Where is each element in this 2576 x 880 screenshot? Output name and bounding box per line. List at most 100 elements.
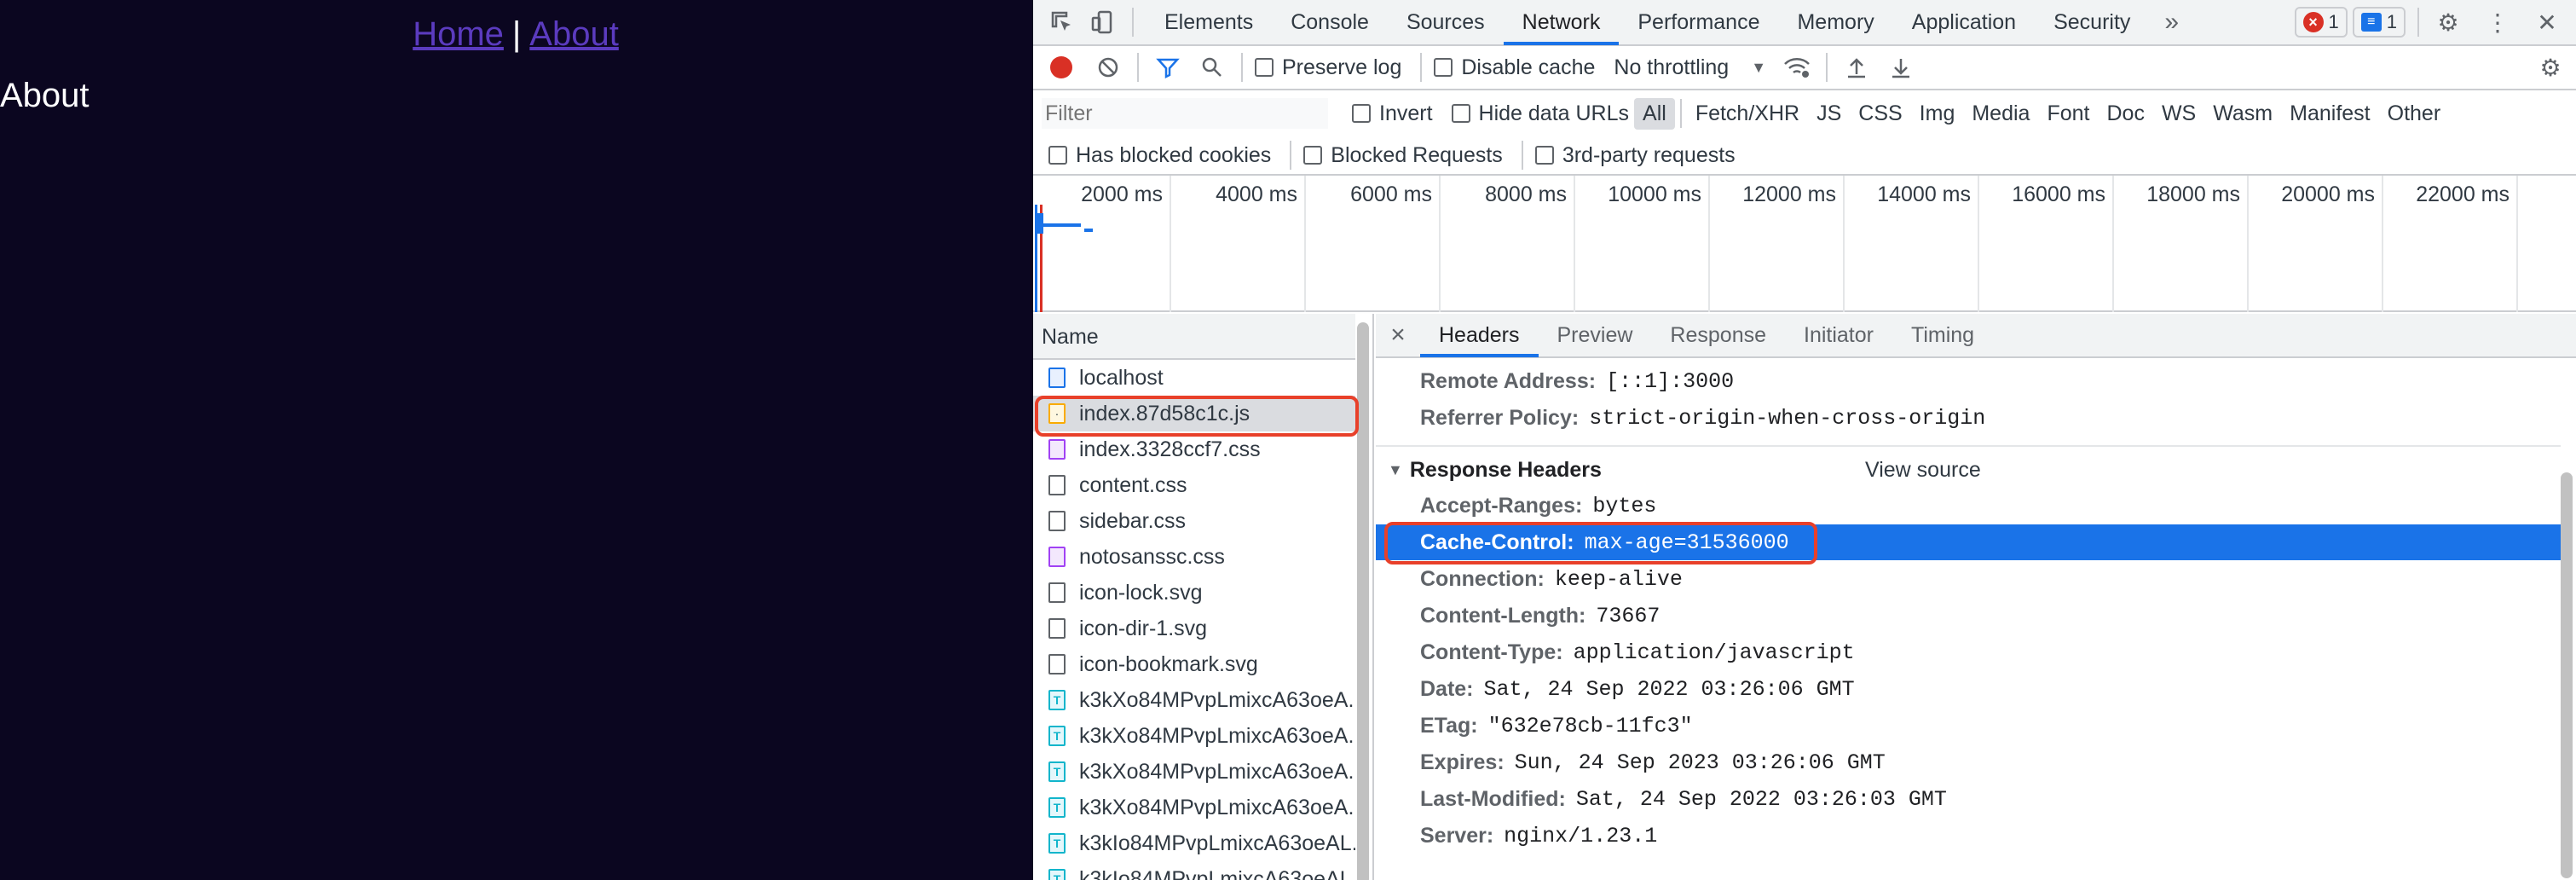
- toolbar-divider: [1241, 53, 1243, 82]
- type-filter-js[interactable]: JS: [1808, 98, 1850, 130]
- request-row[interactable]: notosanssc.css: [1033, 539, 1355, 575]
- device-toolbar-icon[interactable]: [1086, 5, 1120, 39]
- hide-data-urls-checkbox[interactable]: Hide data URLs: [1451, 101, 1629, 126]
- detail-tab-preview[interactable]: Preview: [1539, 313, 1652, 357]
- type-filter-doc[interactable]: Doc: [2098, 98, 2152, 130]
- response-header-row[interactable]: Date: Sat, 24 Sep 2022 03:26:06 GMT: [1376, 671, 2561, 707]
- general-header-row[interactable]: Remote Address: [::1]:3000: [1376, 363, 2561, 399]
- type-filter-css[interactable]: CSS: [1850, 98, 1910, 130]
- settings-gear-icon[interactable]: ⚙: [2431, 5, 2465, 39]
- toolbar-divider: [1679, 99, 1682, 128]
- detail-tab-initiator[interactable]: Initiator: [1785, 313, 1892, 357]
- request-row[interactable]: icon-dir-1.svg: [1033, 611, 1355, 646]
- detail-tab-headers[interactable]: Headers: [1420, 313, 1539, 357]
- checkbox-box[interactable]: [1303, 146, 1323, 165]
- network-conditions-icon[interactable]: [1780, 50, 1814, 84]
- detail-scrollbar[interactable]: [2561, 472, 2573, 878]
- response-headers-section[interactable]: ▼ Response Headers View source: [1376, 445, 2561, 493]
- response-header-row[interactable]: Content-Length: 73667: [1376, 598, 2561, 634]
- network-settings-gear-icon[interactable]: ⚙: [2533, 50, 2567, 84]
- request-row[interactable]: icon-bookmark.svg: [1033, 646, 1355, 682]
- disable-cache-label: Disable cache: [1461, 55, 1596, 79]
- more-tabs-button[interactable]: »: [2149, 0, 2194, 45]
- type-filter-manifest[interactable]: Manifest: [2281, 98, 2378, 130]
- import-har-icon[interactable]: [1840, 50, 1874, 84]
- collapse-triangle-icon[interactable]: ▼: [1388, 461, 1403, 479]
- type-filter-font[interactable]: Font: [2038, 98, 2098, 130]
- has-blocked-cookies-checkbox[interactable]: Has blocked cookies: [1048, 143, 1271, 168]
- type-filter-all[interactable]: All: [1634, 97, 1675, 130]
- throttling-select[interactable]: No throttling ▼: [1614, 55, 1766, 80]
- header-value: Sat, 24 Sep 2022 03:26:06 GMT: [1483, 676, 1855, 702]
- tab-elements[interactable]: Elements: [1146, 0, 1272, 45]
- general-header-row[interactable]: Referrer Policy: strict-origin-when-cross…: [1376, 400, 2561, 436]
- checkbox-box[interactable]: [1451, 104, 1470, 123]
- disable-cache-checkbox[interactable]: Disable cache: [1434, 55, 1595, 80]
- request-row[interactable]: sidebar.css: [1033, 503, 1355, 539]
- request-name: index.3328ccf7.css: [1079, 437, 1261, 461]
- header-key: Referrer Policy:: [1420, 405, 1580, 430]
- search-icon[interactable]: [1195, 50, 1229, 84]
- response-header-row[interactable]: Connection: keep-alive: [1376, 561, 2561, 597]
- kebab-menu-icon[interactable]: ⋮: [2481, 5, 2515, 39]
- response-header-row[interactable]: Server: nginx/1.23.1: [1376, 818, 2561, 854]
- export-har-icon[interactable]: [1884, 50, 1918, 84]
- record-button[interactable]: [1050, 56, 1072, 78]
- response-header-row[interactable]: Content-Type: application/javascript: [1376, 634, 2561, 670]
- tab-performance[interactable]: Performance: [1619, 0, 1778, 45]
- close-detail-icon[interactable]: ×: [1376, 321, 1420, 350]
- checkbox-box[interactable]: [1434, 58, 1453, 77]
- response-header-row[interactable]: Last-Modified: Sat, 24 Sep 2022 03:26:03 …: [1376, 781, 2561, 817]
- request-row[interactable]: index.3328ccf7.css: [1033, 431, 1355, 467]
- filter-funnel-icon[interactable]: [1151, 50, 1185, 84]
- tab-security[interactable]: Security: [2035, 0, 2149, 45]
- tab-sources[interactable]: Sources: [1388, 0, 1504, 45]
- request-row[interactable]: content.css: [1033, 467, 1355, 503]
- inspect-element-icon[interactable]: [1045, 5, 1079, 39]
- detail-tab-response[interactable]: Response: [1651, 313, 1785, 357]
- request-row[interactable]: Tk3kIo84MPvpLmixcA63oeAL.: [1033, 861, 1355, 880]
- about-link[interactable]: About: [529, 15, 619, 53]
- request-row[interactable]: Tk3kXo84MPvpLmixcA63oeA.: [1033, 754, 1355, 790]
- 3rd-party-requests-checkbox[interactable]: 3rd-party requests: [1534, 143, 1736, 168]
- preserve-log-checkbox[interactable]: Preserve log: [1255, 55, 1401, 80]
- type-filter-media[interactable]: Media: [1963, 98, 2038, 130]
- close-devtools-icon[interactable]: ✕: [2530, 5, 2564, 39]
- request-row[interactable]: icon-lock.svg: [1033, 575, 1355, 611]
- type-filter-other[interactable]: Other: [2379, 98, 2450, 130]
- type-filter-img[interactable]: Img: [1911, 98, 1964, 130]
- type-filter-ws[interactable]: WS: [2153, 98, 2204, 130]
- blocked-requests-checkbox[interactable]: Blocked Requests: [1303, 143, 1503, 168]
- type-filter-wasm[interactable]: Wasm: [2204, 98, 2281, 130]
- error-icon: ×: [2302, 12, 2324, 32]
- checkbox-box[interactable]: [1255, 58, 1274, 77]
- tab-application[interactable]: Application: [1893, 0, 2035, 45]
- type-filter-fetch-xhr[interactable]: Fetch/XHR: [1687, 98, 1808, 130]
- name-column-header[interactable]: Name: [1033, 314, 1355, 360]
- request-row[interactable]: Tk3kXo84MPvpLmixcA63oeA.: [1033, 790, 1355, 825]
- filter-input[interactable]: [1042, 98, 1328, 129]
- request-list-scrollbar[interactable]: [1357, 322, 1369, 880]
- checkbox-box[interactable]: [1048, 146, 1067, 165]
- network-overview-timeline[interactable]: 2000 ms 4000 ms 6000 ms 8000 ms 10000 ms 1200…: [1033, 176, 2576, 312]
- detail-tab-timing[interactable]: Timing: [1892, 313, 1993, 357]
- request-row[interactable]: Tk3kXo84MPvpLmixcA63oeA.: [1033, 682, 1355, 718]
- request-row[interactable]: Tk3kXo84MPvpLmixcA63oeA.: [1033, 718, 1355, 754]
- tab-console[interactable]: Console: [1272, 0, 1388, 45]
- message-badge[interactable]: ≡ 1: [2352, 7, 2406, 38]
- clear-icon[interactable]: [1091, 50, 1125, 84]
- invert-checkbox[interactable]: Invert: [1352, 101, 1433, 126]
- request-row[interactable]: localhost: [1033, 360, 1355, 396]
- checkbox-box[interactable]: [1534, 146, 1554, 165]
- response-header-row[interactable]: ETag: "632e78cb-11fc3": [1376, 708, 2561, 744]
- tab-memory[interactable]: Memory: [1778, 0, 1892, 45]
- response-header-row[interactable]: Accept-Ranges: bytes: [1376, 488, 2561, 524]
- home-link[interactable]: Home: [413, 15, 504, 53]
- tab-network[interactable]: Network: [1503, 0, 1620, 45]
- error-badge[interactable]: × 1: [2294, 7, 2348, 38]
- response-header-row[interactable]: Expires: Sun, 24 Sep 2023 03:26:06 GMT: [1376, 744, 2561, 780]
- request-row[interactable]: Tk3kIo84MPvpLmixcA63oeAL.: [1033, 825, 1355, 861]
- timeline-request-bar: [1035, 213, 1043, 234]
- checkbox-box[interactable]: [1352, 104, 1371, 123]
- view-source-link[interactable]: View source: [1865, 458, 1981, 483]
